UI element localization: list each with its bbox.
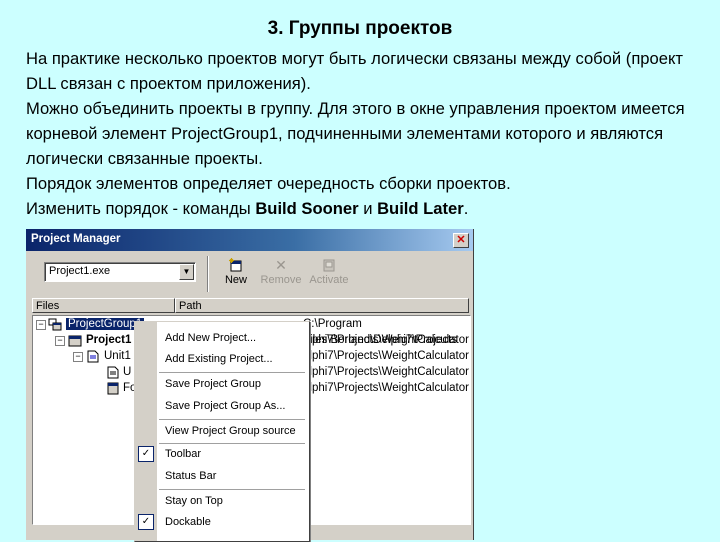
menu-item-add-existing-project[interactable]: Add Existing Project...: [165, 351, 273, 367]
check-icon: ✓: [138, 446, 154, 462]
project-icon: [68, 334, 82, 347]
close-icon[interactable]: ✕: [453, 233, 469, 248]
collapse-icon[interactable]: −: [73, 352, 83, 362]
path-form-file: elphi7\Projects\WeightCalculator: [303, 382, 469, 394]
form-file-icon: [107, 382, 119, 395]
new-project-icon: [222, 257, 250, 274]
menu-separator: [159, 372, 305, 373]
paragraph-3: Порядок элементов определяет очередность…: [26, 174, 511, 193]
paragraph-2: Можно объединить проекты в группу. Для э…: [26, 99, 685, 168]
column-header-files[interactable]: Files: [32, 298, 175, 313]
column-header-path[interactable]: Path: [175, 298, 469, 313]
toolbar-separator: [207, 256, 209, 292]
menu-item-save-project-group[interactable]: Save Project Group: [165, 376, 261, 392]
tree-item-project1[interactable]: Project1: [86, 332, 131, 348]
menu-separator: [159, 489, 305, 490]
tree-item-unit-file[interactable]: U: [123, 364, 131, 380]
context-menu: Add New Project... Add Existing Project.…: [134, 321, 310, 542]
paragraph-4: Изменить порядок - команды Build Sooner …: [26, 196, 706, 221]
list-header: Files Path: [32, 298, 469, 315]
path-unit1: elphi7\Projects\WeightCalculator: [303, 350, 469, 362]
path-project-group: C:\Program Files\Borland\Delphi7\Project…: [303, 318, 458, 346]
path-unit-file: elphi7\Projects\WeightCalculator: [303, 366, 469, 378]
toolbar: Project1.exe ▼ New ✕ Remove Activate: [26, 252, 473, 298]
slide-body: На практике несколько проектов могут быт…: [26, 46, 706, 221]
paragraph-1: На практике несколько проектов могут быт…: [26, 49, 684, 93]
window-titlebar[interactable]: Project Manager ✕: [26, 229, 473, 251]
menu-separator: [159, 443, 305, 444]
menu-item-toolbar[interactable]: Toolbar: [165, 446, 201, 462]
paragraph-4-suffix: .: [463, 199, 469, 218]
project-select[interactable]: Project1.exe ▼: [44, 262, 196, 282]
slide-title: 3. Группы проектов: [267, 18, 453, 39]
tree-item-unit1[interactable]: Unit1: [104, 348, 131, 364]
tree-item-project-group[interactable]: ProjectGroup1: [66, 316, 145, 332]
collapse-icon[interactable]: −: [36, 320, 46, 330]
check-icon: ✓: [138, 514, 154, 530]
path-project1: elphi7\Projects\WeightCalculator: [303, 334, 469, 346]
new-button-label: New: [224, 274, 247, 286]
remove-icon: ✕: [275, 257, 287, 273]
project-group-icon: [48, 318, 62, 331]
project-select-value: Project1.exe: [49, 265, 111, 277]
menu-item-dockable[interactable]: Dockable: [165, 514, 211, 530]
menu-item-stay-on-top[interactable]: Stay on Top: [165, 493, 223, 509]
activate-button[interactable]: Activate: [307, 257, 351, 286]
activate-button-label: Activate: [309, 274, 349, 286]
chevron-down-icon[interactable]: ▼: [179, 264, 194, 280]
menu-item-status-bar[interactable]: Status Bar: [165, 468, 216, 484]
collapse-icon[interactable]: −: [55, 336, 65, 346]
menu-item-add-new-project[interactable]: Add New Project...: [165, 330, 256, 346]
activate-icon: [307, 257, 351, 274]
menu-item-save-project-group-as[interactable]: Save Project Group As...: [165, 398, 285, 414]
remove-button-label: Remove: [260, 274, 302, 286]
paragraph-4-prefix: Изменить порядок - команды: [26, 199, 256, 218]
window-title: Project Manager: [31, 233, 121, 245]
build-sooner-command: Build Sooner: [255, 199, 359, 218]
build-later-command: Build Later: [377, 199, 464, 218]
remove-button[interactable]: ✕ Remove: [258, 257, 304, 286]
new-button[interactable]: New: [222, 257, 250, 286]
menu-item-view-project-group-source[interactable]: View Project Group source: [165, 423, 296, 439]
paragraph-4-and: и: [358, 199, 378, 218]
unit-file-icon: [107, 366, 119, 379]
menu-gutter: [135, 322, 157, 541]
unit-icon: [87, 350, 99, 363]
menu-separator: [159, 419, 305, 420]
